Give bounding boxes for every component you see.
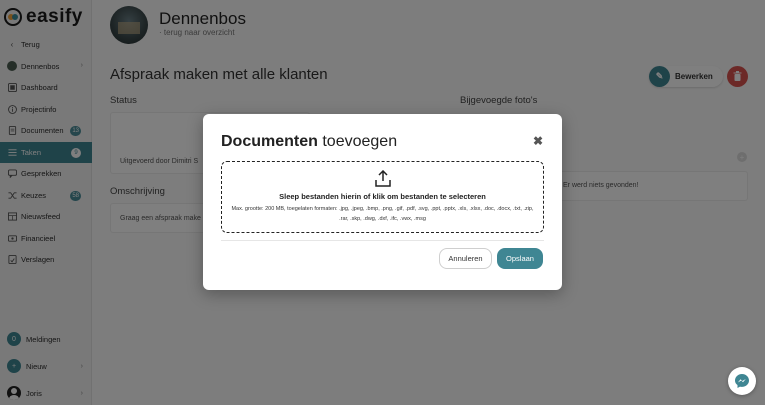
modal-title: Documenten toevoegen: [221, 133, 397, 151]
close-icon[interactable]: ✖: [533, 134, 543, 148]
modal-title-bold: Documenten: [221, 133, 318, 150]
save-button[interactable]: Opslaan: [497, 248, 543, 269]
cancel-button[interactable]: Annuleren: [439, 248, 492, 269]
modal-divider: [221, 240, 544, 241]
dropzone-allowed-formats: Max. grootte: 200 MB, toegelaten formate…: [231, 206, 534, 222]
upload-icon: [375, 170, 391, 187]
modal-title-light: toevoegen: [322, 133, 398, 150]
dropzone-instruction: Sleep bestanden hierin of klik om bestan…: [279, 192, 486, 201]
add-documents-modal: Documenten toevoegen ✖ Sleep bestanden h…: [203, 114, 562, 290]
messenger-chat-button[interactable]: [728, 367, 756, 395]
messenger-icon: [735, 374, 749, 388]
file-dropzone[interactable]: Sleep bestanden hierin of klik om bestan…: [221, 161, 544, 233]
